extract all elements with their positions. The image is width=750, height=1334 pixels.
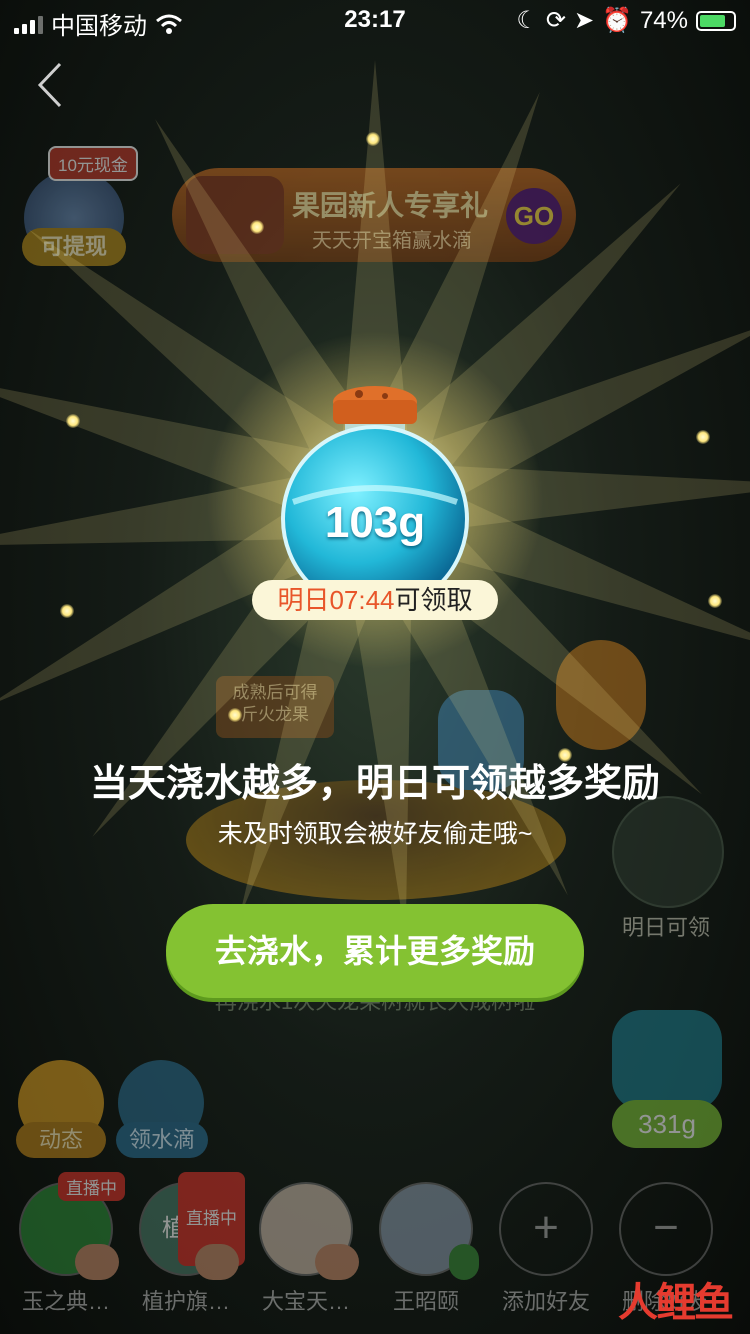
- sprout-icon: [449, 1244, 479, 1280]
- friend-item[interactable]: 王昭颐: [376, 1182, 479, 1316]
- battery-percent: 74%: [639, 6, 688, 34]
- friend-name: 王昭颐: [392, 1289, 459, 1314]
- sparkle-icon: [60, 604, 74, 618]
- cash-badge: 10元现金: [48, 146, 138, 181]
- friend-item[interactable]: 直播中 玉之典…: [16, 1172, 125, 1316]
- friend-name: 大宝天…: [261, 1289, 350, 1314]
- claim-suffix: 可领取: [394, 585, 473, 615]
- tomorrow-label: 明日可领: [621, 915, 710, 940]
- claim-time-pill: 明日07:44可领取: [252, 580, 498, 620]
- friend-name: 玉之典…: [21, 1289, 110, 1314]
- moon-icon: ☾: [516, 7, 538, 34]
- steal-hand-icon: [315, 1244, 359, 1280]
- status-bar: 中国移动 23:17 ☾ ⟳ ➤ ⏰ 74%: [0, 0, 750, 40]
- location-icon: ➤: [573, 7, 595, 34]
- collect-water-label[interactable]: 领水滴: [116, 1122, 208, 1158]
- alarm-icon: ⏰: [602, 7, 632, 34]
- watermark-logo: 人鲤鱼: [618, 1281, 734, 1325]
- water-cta-button[interactable]: 去浇水，累计更多奖励: [166, 904, 584, 998]
- rotation-lock-icon: ⟳: [545, 7, 566, 34]
- sparkle-icon: [250, 220, 264, 234]
- claim-time: 明日07:44: [277, 585, 395, 615]
- friend-item[interactable]: 植护 直播中 植护旗…: [136, 1172, 245, 1316]
- friend-name: 植护旗…: [141, 1289, 230, 1314]
- friend-avatar[interactable]: [379, 1182, 479, 1280]
- friend-avatar[interactable]: 直播中: [19, 1172, 125, 1280]
- friend-avatar[interactable]: 植护 直播中: [139, 1172, 245, 1280]
- sparkle-icon: [366, 132, 380, 146]
- add-friend-label: 添加好友: [501, 1289, 590, 1314]
- water-bottle-icon: [281, 386, 469, 594]
- sparkle-icon: [66, 414, 80, 428]
- sparkle-icon: [696, 430, 710, 444]
- battery-icon: [696, 10, 736, 31]
- add-friend-button[interactable]: +: [499, 1182, 593, 1276]
- dynamic-label[interactable]: 动态: [16, 1122, 106, 1158]
- modal-headline: 当天浇水越多，明日可领越多奖励: [89, 763, 660, 805]
- friend-avatar[interactable]: [259, 1182, 359, 1280]
- watering-kettle-icon[interactable]: [612, 1010, 722, 1110]
- water-amount: 103g: [324, 498, 426, 547]
- sparkle-icon: [708, 594, 722, 608]
- delete-friend-button[interactable]: −: [619, 1182, 713, 1276]
- modal-subline: 未及时领取会被好友偷走哦~: [217, 820, 533, 848]
- friend-item[interactable]: 大宝天…: [256, 1182, 359, 1316]
- back-arrow-icon[interactable]: [26, 60, 76, 110]
- steal-hand-icon: [75, 1244, 119, 1280]
- steal-hand-icon: [195, 1244, 239, 1280]
- live-badge: 直播中: [58, 1172, 125, 1201]
- kettle-amount[interactable]: 331g: [612, 1100, 722, 1148]
- add-friend-item[interactable]: + 添加好友: [496, 1182, 596, 1316]
- sparkle-icon: [228, 708, 242, 722]
